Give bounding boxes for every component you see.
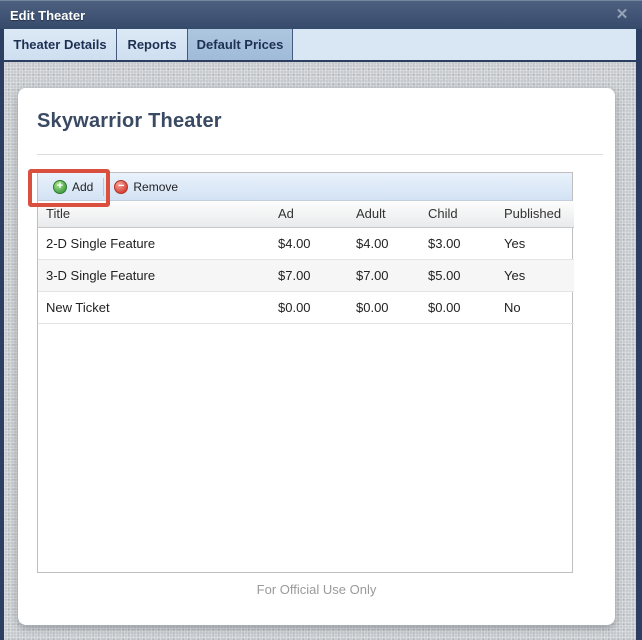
- cell-title: New Ticket: [38, 291, 278, 323]
- cell-adult: $4.00: [356, 227, 428, 259]
- dialog-left-border: [0, 0, 4, 640]
- remove-minus-icon: −: [114, 180, 128, 194]
- cell-child: $5.00: [428, 259, 504, 291]
- tab-theater-details[interactable]: Theater Details: [4, 29, 117, 60]
- cell-ad: $4.00: [278, 227, 356, 259]
- table-row[interactable]: New Ticket $0.00 $0.00 $0.00 No: [38, 291, 574, 323]
- add-button[interactable]: + Add: [47, 178, 99, 196]
- default-prices-card: Skywarrior Theater + Add − Remove Title: [18, 88, 615, 625]
- dialog-title: Edit Theater: [0, 8, 85, 23]
- cell-published: Yes: [504, 227, 574, 259]
- cell-adult: $0.00: [356, 291, 428, 323]
- tab-bar: Theater Details Reports Default Prices: [4, 29, 636, 62]
- remove-button-label: Remove: [133, 180, 178, 194]
- edit-theater-dialog: Edit Theater ✕ Theater Details Reports D…: [0, 0, 642, 640]
- cell-title: 3-D Single Feature: [38, 259, 278, 291]
- table-row[interactable]: 3-D Single Feature $7.00 $7.00 $5.00 Yes: [38, 259, 574, 291]
- close-icon[interactable]: ✕: [612, 5, 632, 25]
- heading-divider: [37, 154, 603, 155]
- tab-label: Theater Details: [13, 37, 106, 52]
- tab-default-prices[interactable]: Default Prices: [188, 29, 293, 60]
- tab-reports[interactable]: Reports: [117, 29, 188, 60]
- cell-title: 2-D Single Feature: [38, 227, 278, 259]
- cell-child: $3.00: [428, 227, 504, 259]
- prices-toolbar: + Add − Remove: [38, 173, 572, 201]
- dialog-titlebar: Edit Theater ✕: [0, 0, 642, 29]
- table-header-row: Title Ad Adult Child Published: [38, 201, 574, 227]
- cell-child: $0.00: [428, 291, 504, 323]
- cell-published: No: [504, 291, 574, 323]
- tab-label: Reports: [127, 37, 176, 52]
- column-header-child: Child: [428, 201, 504, 227]
- cell-adult: $7.00: [356, 259, 428, 291]
- tab-label: Default Prices: [197, 37, 284, 52]
- dialog-right-border: [636, 0, 642, 640]
- default-prices-table: Title Ad Adult Child Published 2-D Singl…: [38, 201, 574, 324]
- column-header-adult: Adult: [356, 201, 428, 227]
- cell-published: Yes: [504, 259, 574, 291]
- official-use-footer: For Official Use Only: [18, 582, 615, 597]
- table-row[interactable]: 2-D Single Feature $4.00 $4.00 $3.00 Yes: [38, 227, 574, 259]
- add-button-label: Add: [72, 180, 93, 194]
- column-header-ad: Ad: [278, 201, 356, 227]
- column-header-title: Title: [38, 201, 278, 227]
- prices-panel: + Add − Remove Title Ad Adult Child: [37, 172, 573, 573]
- theater-name-heading: Skywarrior Theater: [37, 110, 222, 133]
- cell-ad: $7.00: [278, 259, 356, 291]
- add-plus-icon: +: [53, 180, 67, 194]
- remove-button[interactable]: − Remove: [108, 178, 184, 196]
- column-header-published: Published: [504, 201, 574, 227]
- cell-ad: $0.00: [278, 291, 356, 323]
- toolbar-separator: [103, 178, 104, 196]
